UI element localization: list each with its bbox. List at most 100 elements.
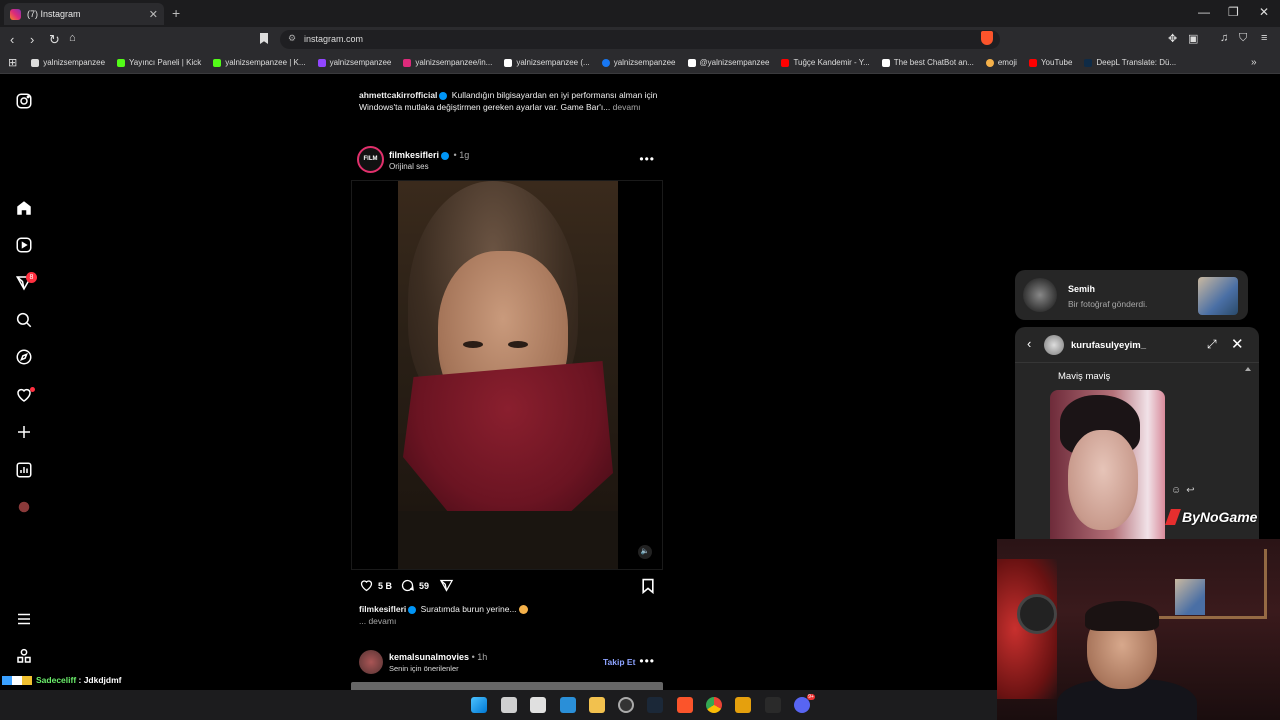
- discord-badge: 9+: [807, 694, 815, 700]
- tab-close-icon[interactable]: ✕: [149, 8, 158, 21]
- close-chat-icon[interactable]: ✕: [1231, 335, 1244, 353]
- bookmark-item[interactable]: DeepL Translate: Dü...: [1084, 58, 1176, 67]
- next-post-username[interactable]: kemalsunalmovies: [389, 652, 469, 662]
- video-subject-eye: [463, 341, 483, 348]
- create-icon[interactable]: [15, 423, 33, 441]
- menu-icon[interactable]: ≡: [1261, 32, 1267, 44]
- bookmark-item[interactable]: yalnizsempanzee/in...: [403, 58, 492, 67]
- post-username[interactable]: filmkesifleri: [389, 150, 439, 160]
- search-icon[interactable]: [15, 311, 33, 329]
- reels-icon[interactable]: [15, 236, 33, 254]
- home-icon[interactable]: [15, 199, 33, 217]
- bookmark-item[interactable]: yalnizsempanzee (...: [504, 58, 590, 67]
- windows-taskbar: [0, 690, 997, 720]
- next-post-more-options-icon[interactable]: •••: [639, 654, 655, 668]
- prev-post-username[interactable]: ahmettcakirrofficial: [359, 90, 437, 100]
- bookmark-item[interactable]: emoji: [985, 58, 1017, 67]
- bynogame-logo-icon: [1165, 509, 1181, 525]
- notes-icon[interactable]: [530, 697, 546, 713]
- bookmark-item[interactable]: Yayıncı Paneli | Kick: [117, 58, 201, 67]
- next-post-media[interactable]: [351, 682, 663, 690]
- maximize-button[interactable]: ❐: [1228, 5, 1239, 19]
- streamer-webcam: [997, 539, 1280, 720]
- epic-games-icon[interactable]: [765, 697, 781, 713]
- message-react-reply-icons[interactable]: ☺↩: [1171, 485, 1200, 496]
- home-icon[interactable]: ⌂: [69, 32, 76, 44]
- brave-icon[interactable]: [677, 697, 693, 713]
- watermark-text: ByNoGame: [1182, 509, 1258, 525]
- bookmark-item[interactable]: yalnizsempanzee: [317, 58, 391, 67]
- bookmark-label: emoji: [997, 58, 1017, 67]
- post-actions: 5 B 59: [359, 578, 659, 596]
- bookmark-item[interactable]: Tuğçe Kandemir - Y...: [781, 58, 870, 67]
- bookmark-label: @yalnizsempanzee: [699, 58, 770, 67]
- forward-icon[interactable]: ›: [30, 32, 34, 47]
- profile-avatar-icon[interactable]: [15, 498, 33, 516]
- bookmark-item[interactable]: The best ChatBot an...: [881, 58, 974, 67]
- post-more-options-icon[interactable]: •••: [639, 152, 655, 166]
- site-info-icon[interactable]: ⚙: [288, 33, 296, 44]
- caption-username[interactable]: filmkesifleri: [359, 604, 406, 614]
- sidebar-icon[interactable]: ▣: [1188, 32, 1198, 45]
- bookmark-item[interactable]: YouTube: [1028, 58, 1072, 67]
- back-icon[interactable]: ‹: [10, 32, 14, 47]
- explore-icon[interactable]: [15, 348, 33, 366]
- video-frame: [398, 181, 618, 569]
- post-avatar[interactable]: FILM: [357, 146, 384, 173]
- bookmark-item[interactable]: yalnizsempanzee: [31, 58, 105, 67]
- chatbot-icon: [881, 58, 890, 67]
- extensions-icon[interactable]: ✥: [1168, 32, 1177, 45]
- new-tab-button[interactable]: +: [172, 5, 180, 21]
- bookmark-item[interactable]: yalnizsempanzee: [601, 58, 676, 67]
- dashboard-icon[interactable]: [15, 461, 33, 479]
- bookmark-favicon-icon: [31, 58, 40, 67]
- scroll-up-icon[interactable]: [1245, 367, 1251, 371]
- post-video[interactable]: 🔈: [351, 180, 663, 570]
- chrome-icon[interactable]: [706, 697, 722, 713]
- more-menu-icon[interactable]: [15, 610, 33, 628]
- caption-more-link[interactable]: ... devamı: [359, 616, 396, 626]
- photo-thumbnail: [1198, 277, 1238, 315]
- chat-back-icon[interactable]: ‹: [1027, 336, 1031, 351]
- like-button[interactable]: 5 B: [359, 578, 392, 593]
- stream-chat-message: Sadeceliff : Jdkdjdmf: [2, 675, 122, 686]
- plex-icon[interactable]: [735, 697, 751, 713]
- reload-icon[interactable]: ↻: [49, 32, 60, 48]
- media-icon[interactable]: ♫: [1220, 32, 1228, 44]
- facebook-icon: [601, 58, 610, 67]
- tab-instagram[interactable]: (7) Instagram ✕: [4, 3, 164, 25]
- minimize-button[interactable]: —: [1198, 5, 1210, 19]
- instagram-logo-icon[interactable]: [15, 92, 33, 110]
- next-post-avatar[interactable]: [359, 650, 383, 674]
- apps-icon[interactable]: ⊞: [8, 56, 17, 69]
- bookmark-item[interactable]: @yalnizsempanzee: [687, 58, 770, 67]
- chat-avatar[interactable]: [1044, 335, 1064, 355]
- follow-button[interactable]: Takip Et: [603, 657, 635, 667]
- prev-post-more-link[interactable]: devamı: [613, 102, 641, 112]
- steam-icon[interactable]: [647, 697, 663, 713]
- mute-toggle-icon[interactable]: 🔈: [638, 545, 652, 559]
- close-window-button[interactable]: ✕: [1259, 5, 1269, 19]
- vpn-icon[interactable]: ⛉: [1239, 32, 1247, 45]
- post-audio-link[interactable]: Orijinal ses: [389, 162, 429, 171]
- expand-chat-icon[interactable]: ⤢: [1207, 337, 1217, 352]
- also-from-meta-icon[interactable]: [15, 647, 33, 665]
- chat-username[interactable]: kurufasulyeyim_: [1071, 340, 1146, 351]
- windows-icon[interactable]: [471, 697, 487, 713]
- task-view-icon[interactable]: [501, 697, 517, 713]
- url-field[interactable]: ⚙ instagram.com: [280, 30, 1000, 49]
- chat-photo[interactable]: [1050, 390, 1165, 539]
- more-bookmarks-icon[interactable]: »: [1251, 57, 1257, 68]
- sender-name: Semih: [1068, 284, 1096, 294]
- obs-icon[interactable]: [618, 697, 634, 713]
- bookmark-item[interactable]: yalnizsempanzee | K...: [213, 58, 306, 67]
- comment-button[interactable]: 59: [400, 578, 429, 593]
- photos-icon[interactable]: [560, 697, 576, 713]
- brave-shield-icon[interactable]: [981, 31, 993, 45]
- messages-badge: 8: [26, 272, 37, 283]
- folder-icon[interactable]: [589, 697, 605, 713]
- save-button[interactable]: [641, 578, 655, 596]
- message-notification[interactable]: Semih Bir fotoğraf gönderdi.: [1015, 270, 1248, 320]
- chat-window: ‹ kurufasulyeyim_ ⤢ ✕ Maviş maviş ☺↩: [1015, 327, 1259, 539]
- share-button[interactable]: [439, 578, 458, 593]
